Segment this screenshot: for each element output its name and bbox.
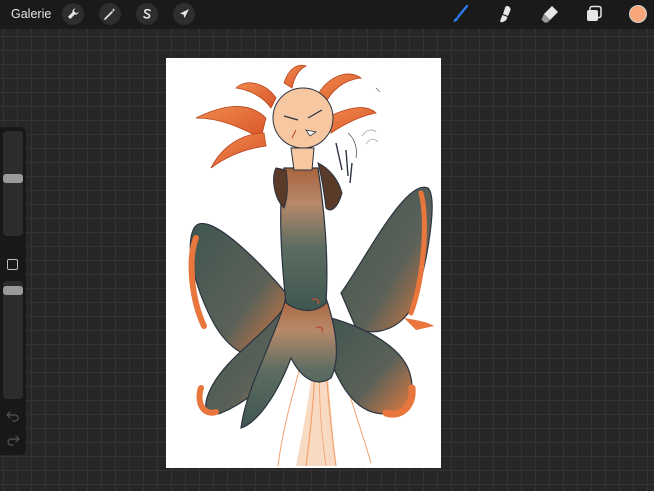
undo-arrow-icon <box>6 411 19 422</box>
artwork <box>188 64 434 467</box>
magic-wand-icon <box>104 8 116 20</box>
brush-size-slider[interactable] <box>3 131 23 236</box>
redo-arrow-icon <box>7 435 20 446</box>
redo-button[interactable] <box>5 433 21 447</box>
layers-button[interactable] <box>583 3 605 25</box>
smudge-button[interactable] <box>494 3 516 25</box>
adjustments-button[interactable] <box>99 3 121 25</box>
right-tentacle <box>340 186 433 333</box>
selection-button[interactable] <box>136 3 158 25</box>
modify-button[interactable] <box>7 259 18 270</box>
left-sidebar <box>0 127 26 455</box>
eraser-icon <box>541 6 558 23</box>
drawing-canvas[interactable] <box>166 58 441 468</box>
arrow-cursor-icon <box>180 9 189 18</box>
selection-icon <box>143 8 151 19</box>
smudge-icon <box>500 6 511 23</box>
gallery-button[interactable]: Galerie <box>11 7 51 21</box>
opacity-slider[interactable] <box>3 281 23 399</box>
wrench-icon <box>68 8 79 19</box>
undo-button[interactable] <box>5 409 21 423</box>
brush-icon <box>453 4 469 22</box>
face <box>272 87 334 149</box>
transform-button[interactable] <box>173 3 195 25</box>
opacity-thumb[interactable] <box>3 286 23 296</box>
color-picker-swatch[interactable] <box>629 5 647 23</box>
eraser-button[interactable] <box>539 3 561 25</box>
actions-button[interactable] <box>62 3 84 25</box>
brush-size-thumb[interactable] <box>3 174 23 184</box>
layers-icon <box>587 5 602 21</box>
lower-right-lobe <box>325 317 413 415</box>
top-toolbar: Galerie <box>0 0 654 29</box>
brush-button[interactable] <box>449 3 471 25</box>
